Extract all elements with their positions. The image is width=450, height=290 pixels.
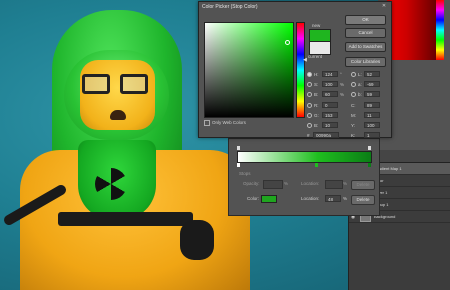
blue-radio[interactable]: B: [307, 123, 318, 129]
hue-field[interactable]: 124 [322, 71, 338, 77]
color-label: Color: [247, 196, 260, 201]
color-picker-dialog: Color Picker (Stop Color) ✕ ◀ new curren… [198, 1, 392, 138]
only-web-colors-checkbox[interactable]: Only Web Colors [204, 120, 246, 126]
mouth [110, 110, 126, 120]
hue-slider-arrow-icon[interactable]: ◀ [303, 57, 307, 63]
only-web-colors-label: Only Web Colors [212, 120, 246, 126]
color-delete-button[interactable]: Delete [351, 195, 375, 205]
opacity-location-label: Location: [301, 181, 320, 186]
cyan-field[interactable]: 89 [364, 102, 380, 108]
ok-button[interactable]: OK [345, 15, 386, 25]
color-panel-field[interactable] [387, 0, 437, 60]
black-field[interactable]: 1 [364, 132, 380, 138]
dialog-title: Color Picker (Stop Color) [202, 4, 258, 10]
saturation-field[interactable]: 100 [322, 81, 338, 87]
lab-l-field[interactable]: 52 [364, 71, 380, 77]
yellow-field[interactable]: 100 [364, 122, 380, 128]
color-location-label: Location: [301, 196, 320, 201]
hue-slider[interactable] [296, 22, 305, 118]
hex-label: # [307, 133, 310, 138]
opacity-delete-button[interactable]: Delete [351, 180, 375, 190]
add-to-swatches-button[interactable]: Add to Swatches [345, 42, 386, 52]
lab-a-field[interactable]: -69 [364, 81, 380, 87]
opacity-field[interactable] [263, 180, 283, 189]
opacity-location-percent: % [343, 181, 348, 186]
red-radio[interactable]: R: [307, 103, 319, 109]
hex-field[interactable]: 00990a [313, 132, 339, 138]
percent-unit: % [340, 92, 345, 97]
saturation-radio[interactable]: S: [307, 82, 318, 88]
black-label: K: [351, 133, 356, 138]
brightness-field[interactable]: 60 [322, 91, 338, 97]
red-field[interactable]: 0 [322, 102, 338, 108]
lab-a-radio[interactable]: a: [351, 82, 362, 88]
black-glove [180, 220, 214, 260]
new-label: new [312, 23, 321, 28]
gradient-bar[interactable] [237, 151, 372, 163]
lab-l-radio[interactable]: L: [351, 72, 362, 78]
blue-field[interactable]: 10 [322, 122, 338, 128]
close-icon[interactable]: ✕ [380, 3, 388, 9]
checkbox-box[interactable] [204, 120, 210, 126]
lab-b-field[interactable]: 59 [364, 91, 380, 97]
hue-radio[interactable]: H: [307, 72, 319, 78]
color-location-field[interactable]: 48 [325, 195, 341, 202]
yellow-label: Y: [351, 123, 356, 128]
glasses [82, 74, 152, 96]
color-location-percent: % [343, 196, 348, 201]
opacity-location-field[interactable] [325, 180, 343, 189]
opacity-stop[interactable] [368, 146, 371, 150]
saturation-brightness-field[interactable] [204, 22, 294, 118]
color-stop[interactable] [368, 163, 371, 167]
gradient-editor: Stops Opacity: % Location: % Delete Colo… [228, 138, 380, 216]
magenta-label: M: [351, 113, 356, 118]
current-color-swatch[interactable] [309, 41, 331, 55]
current-label: current [308, 54, 323, 59]
cyan-label: C: [351, 103, 356, 108]
color-libraries-button[interactable]: Color Libraries [345, 57, 386, 67]
color-field-cursor[interactable] [285, 40, 290, 45]
green-radio[interactable]: G: [307, 113, 319, 119]
stops-label: Stops [239, 171, 251, 176]
degree-unit: ° [340, 72, 342, 77]
brightness-radio[interactable]: B: [307, 92, 318, 98]
radiation-symbol-icon [95, 168, 127, 200]
color-panel-hue-strip[interactable] [436, 0, 444, 60]
stop-color-swatch[interactable] [261, 195, 277, 203]
percent-unit: % [340, 82, 345, 87]
magenta-field[interactable]: 11 [364, 112, 380, 118]
opacity-stop[interactable] [237, 146, 240, 150]
lab-b-radio[interactable]: b: [351, 92, 362, 98]
opacity-percent: % [284, 181, 289, 186]
belt [58, 212, 193, 226]
color-stop[interactable] [237, 163, 240, 167]
cancel-button[interactable]: Cancel [345, 28, 386, 38]
color-stop[interactable] [315, 163, 318, 167]
opacity-label: Opacity: [243, 181, 260, 186]
green-field[interactable]: 153 [322, 112, 338, 118]
